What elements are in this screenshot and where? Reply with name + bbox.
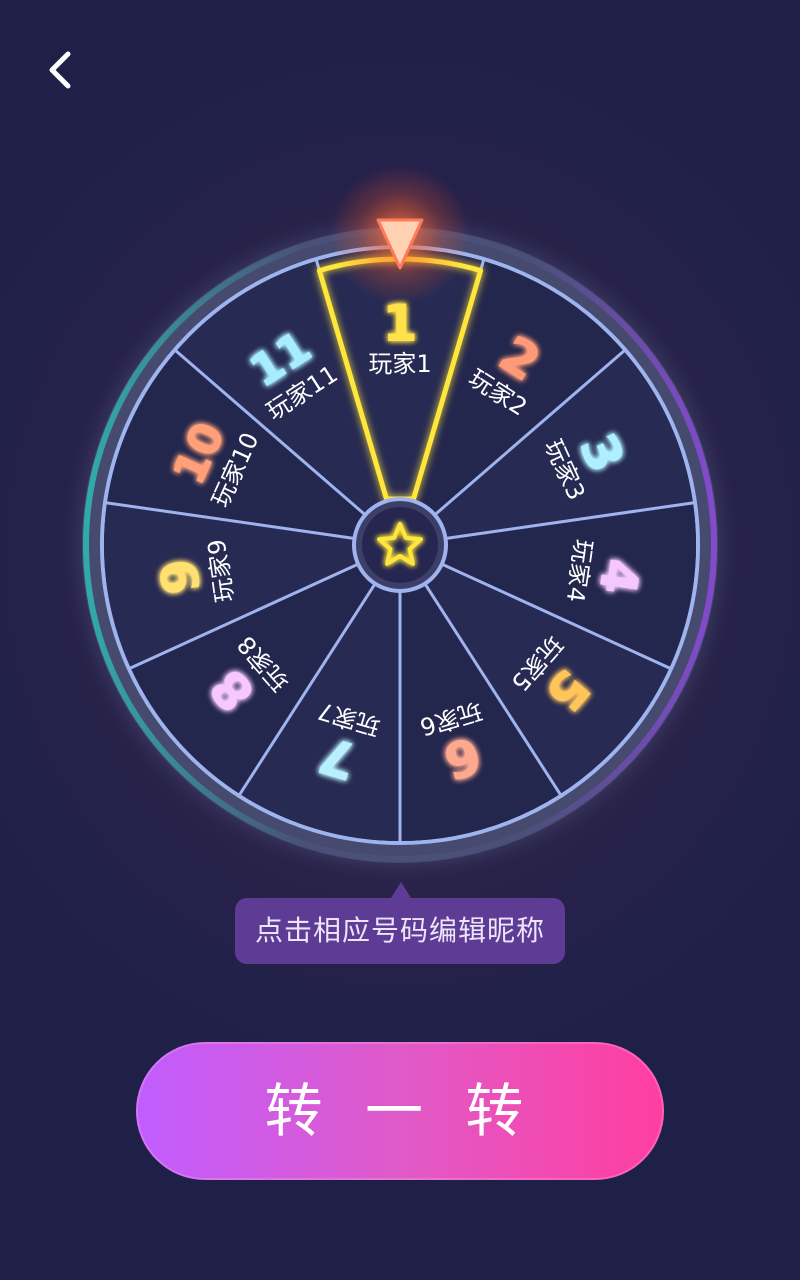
segment-label: 玩家1	[368, 350, 431, 378]
spin-button[interactable]: 转 一 转	[136, 1042, 664, 1180]
tooltip-text: 点击相应号码编辑昵称	[235, 898, 565, 964]
center-hub-inner	[362, 507, 438, 583]
tooltip-arrow	[391, 882, 411, 898]
wheel: 1玩家1 2玩家23玩家34玩家45玩家56玩家67玩家78玩家89玩家910玩家…	[60, 165, 740, 885]
hint-tooltip: 点击相应号码编辑昵称	[235, 882, 565, 966]
